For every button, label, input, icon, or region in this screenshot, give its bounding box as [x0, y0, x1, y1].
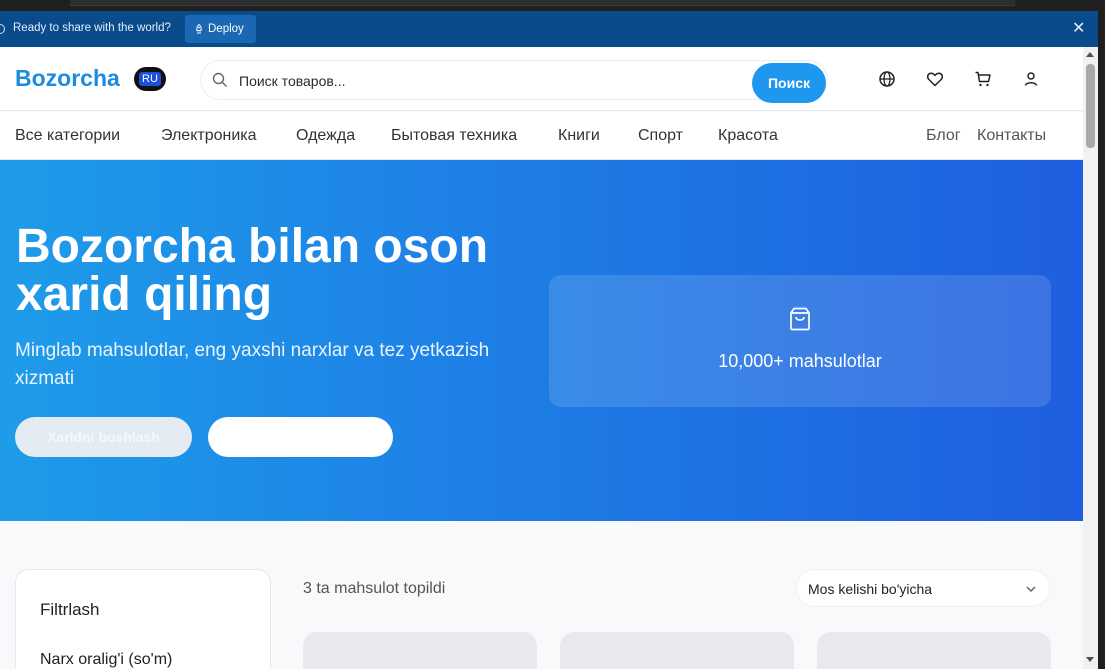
results-count: 3 ta mahsulot topildi	[303, 580, 446, 597]
sort-select[interactable]: Mos kelishi bo'yicha	[796, 569, 1050, 607]
stat-text: 10,000+ mahsulotlar	[718, 351, 882, 371]
page: Bozorcha RU Поиск Все категории Электрон…	[0, 47, 1083, 669]
product-card[interactable]	[817, 632, 1051, 669]
nav-item-all-categories[interactable]: Все категории	[15, 127, 120, 145]
info-icon	[0, 24, 5, 34]
nav-item-appliances[interactable]: Бытовая техника	[391, 127, 517, 145]
scrollbar[interactable]	[1083, 47, 1098, 669]
nav-item-contacts[interactable]: Контакты	[977, 127, 1046, 145]
browser-tab[interactable]	[70, 0, 1015, 6]
shopping-bag-icon	[790, 307, 810, 331]
language-badge[interactable]: RU	[134, 67, 166, 91]
logo[interactable]: Bozorcha	[15, 65, 120, 92]
scrollbar-thumb[interactable]	[1086, 64, 1095, 148]
search-bar: Поиск	[200, 60, 828, 103]
cart-icon[interactable]	[974, 70, 992, 88]
hero-title: Bozorcha bilan oson xarid qiling	[16, 220, 489, 321]
deploy-button[interactable]: Deploy	[185, 15, 256, 43]
heart-icon[interactable]	[926, 70, 944, 88]
chevron-down-icon	[1026, 586, 1036, 593]
search-button[interactable]: Поиск	[752, 63, 826, 103]
start-shopping-button[interactable]: Xaridni boshlash	[15, 417, 192, 457]
language-badge-label: RU	[139, 72, 161, 86]
filter-panel: Filtrlash Narx oralig'i (so'm)	[15, 569, 271, 669]
site-header: Bozorcha RU Поиск	[0, 47, 1083, 111]
rocket-icon	[196, 23, 202, 34]
deploy-banner: Ready to share with the world? Deploy ✕	[0, 11, 1098, 47]
nav-item-sport[interactable]: Спорт	[638, 127, 683, 145]
secondary-hero-button[interactable]	[208, 417, 393, 457]
sort-value: Mos kelishi bo'yicha	[808, 581, 933, 597]
user-icon[interactable]	[1022, 70, 1040, 88]
window-edge	[1098, 11, 1105, 669]
filter-title: Filtrlash	[40, 600, 100, 619]
nav-item-electronics[interactable]: Электроника	[161, 127, 257, 145]
nav-item-beauty[interactable]: Красота	[718, 127, 778, 145]
nav-item-books[interactable]: Книги	[558, 127, 600, 145]
scroll-up-arrow-icon[interactable]	[1086, 52, 1094, 57]
hero-section: Bozorcha bilan oson xarid qiling Minglab…	[0, 160, 1083, 521]
search-icon	[212, 72, 227, 87]
close-icon[interactable]: ✕	[1072, 21, 1085, 37]
deploy-label: Deploy	[208, 23, 244, 35]
nav-item-clothing[interactable]: Одежда	[296, 127, 355, 145]
scroll-down-arrow-icon[interactable]	[1086, 657, 1094, 662]
browser-tab-strip	[0, 0, 1105, 11]
nav-item-blog[interactable]: Блог	[926, 127, 961, 145]
banner-message: Ready to share with the world?	[13, 22, 171, 34]
globe-icon[interactable]	[878, 70, 896, 88]
search-input[interactable]	[239, 70, 739, 92]
category-nav: Все категории Электроника Одежда Бытовая…	[0, 112, 1083, 160]
stat-card: 10,000+ mahsulotlar	[549, 275, 1051, 407]
hero-subtitle: Minglab mahsulotlar, eng yaxshi narxlar …	[15, 340, 490, 389]
price-range-label: Narx oralig'i (so'm)	[40, 651, 173, 668]
product-card[interactable]	[560, 632, 794, 669]
product-card[interactable]	[303, 632, 537, 669]
